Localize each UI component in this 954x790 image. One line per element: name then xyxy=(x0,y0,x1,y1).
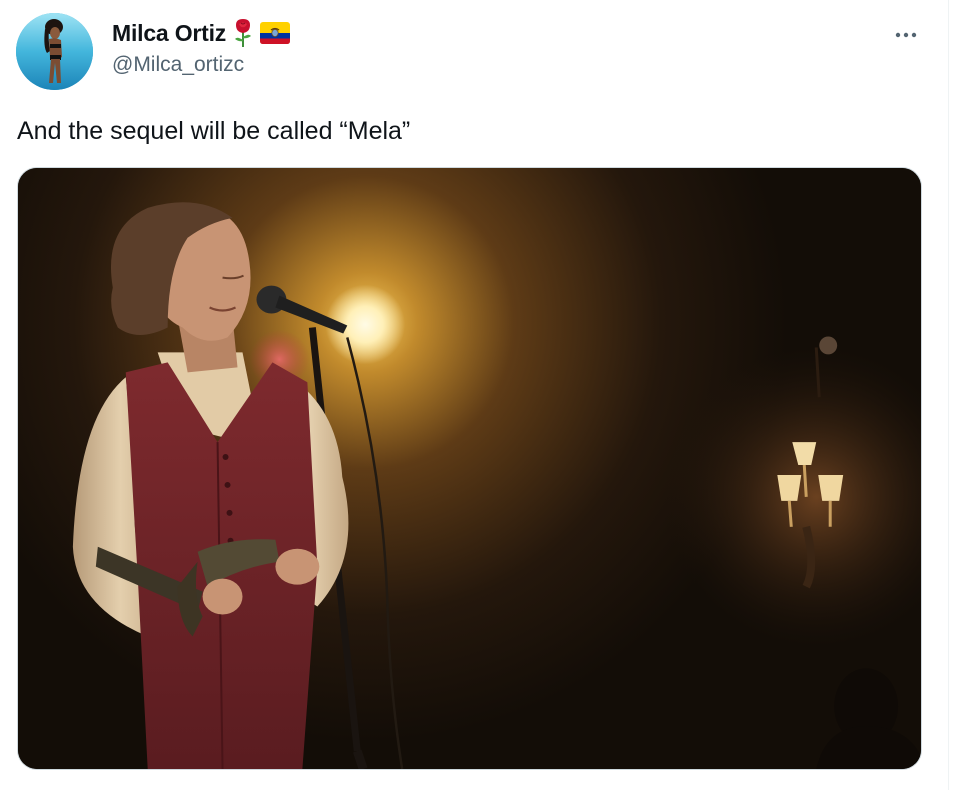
more-options-button[interactable] xyxy=(888,20,924,50)
tweet[interactable]: Milca Ortiz @Milca_ortizc And the sequel… xyxy=(0,0,948,790)
author-handle[interactable]: @Milca_ortizc xyxy=(112,53,244,77)
ecuador-flag-emoji-icon xyxy=(260,22,291,44)
tweet-text: And the sequel will be called “Mela” xyxy=(17,117,411,145)
tweet-media-photo[interactable] xyxy=(17,167,922,770)
rose-emoji-icon xyxy=(232,18,254,48)
photo-image xyxy=(18,168,921,769)
author-name-row: Milca Ortiz xyxy=(112,17,291,49)
author-avatar[interactable] xyxy=(16,13,93,90)
timeline-border xyxy=(948,0,949,790)
author-display-name[interactable]: Milca Ortiz xyxy=(112,20,226,47)
avatar-photo xyxy=(16,13,93,90)
more-horizontal-icon xyxy=(895,32,917,38)
